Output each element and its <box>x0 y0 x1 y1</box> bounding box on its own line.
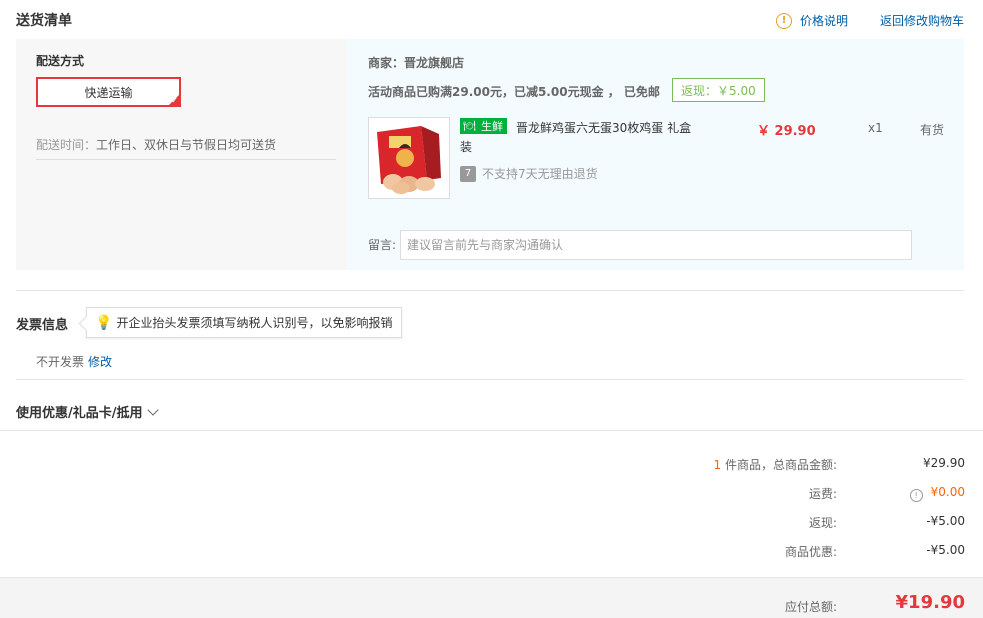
invoice-edit-link[interactable]: 修改 <box>88 353 112 370</box>
lightbulb-icon: 💡 <box>95 314 113 331</box>
invoice-tip-text: 开企业抬头发票须填写纳税人识别号，以免影响报销 <box>116 316 393 330</box>
divider <box>16 290 964 291</box>
message-input[interactable] <box>400 230 912 260</box>
no-return-label: 不支持7天无理由退货 <box>482 167 598 181</box>
info-icon[interactable]: ! <box>909 489 923 502</box>
divider <box>0 430 983 431</box>
price-help-link[interactable]: ! 价格说明 <box>776 12 848 29</box>
seven-day-return-icon: 7 <box>460 165 476 182</box>
shipping-panel <box>16 39 347 270</box>
product-qty: x1 <box>868 121 883 135</box>
product-image[interactable] <box>368 117 450 199</box>
invoice-status: 不开发票 修改 <box>36 353 112 370</box>
product-name-link[interactable]: 晋龙鲜鸡蛋六无蛋30枚鸡蛋 礼盒装 <box>460 119 695 157</box>
warning-icon: ! <box>776 12 792 29</box>
chevron-down-icon <box>146 403 159 416</box>
promo-text: 活动商品已购满29.00元，已减5.00元现金 ， 已免邮 <box>368 85 660 99</box>
divider <box>16 379 964 380</box>
payable-total: ¥19.90 <box>895 592 965 613</box>
shipping-fee-value: ¥0.00 <box>930 485 965 499</box>
egg-gift-box-icon <box>369 118 449 198</box>
merchant-label: 商家： <box>368 56 405 70</box>
invoice-status-label: 不开发票 <box>36 355 85 369</box>
delivery-time: 配送时间：工作日、双休日与节假日均可送货 <box>36 136 276 153</box>
merchant-info: 商家：晋龙旗舰店 <box>368 54 464 71</box>
item-count: 1 <box>713 458 722 472</box>
discount-label: 商品优惠: <box>784 545 837 559</box>
shipping-option-express[interactable]: 快递运输 ✓ <box>36 77 181 107</box>
shipping-fee-label: 运费: <box>808 487 837 501</box>
message-label: 留言: <box>368 238 397 252</box>
product-price: ￥ 29.90 <box>757 124 816 139</box>
payable-label: 应付总额: <box>784 600 837 614</box>
coupon-label: 使用优惠/礼品卡/抵用 <box>16 406 143 421</box>
delivery-time-value: 工作日、双休日与节假日均可送货 <box>96 138 277 152</box>
rebate-label: 返现: <box>808 516 837 530</box>
items-total-text: 件商品，总商品金额: <box>721 458 837 472</box>
coupon-toggle[interactable]: 使用优惠/礼品卡/抵用 <box>16 402 159 421</box>
price-help-label: 价格说明 <box>800 14 849 28</box>
stock-status: 有货 <box>920 123 945 137</box>
invoice-tooltip: 💡 开企业抬头发票须填写纳税人识别号，以免影响报销 <box>86 307 402 338</box>
shipping-fee: ! ¥0.00 <box>909 485 965 502</box>
page-title: 送货清单 <box>16 13 72 29</box>
shipping-option-label: 快递运输 <box>84 85 133 100</box>
merchant-name: 晋龙旗舰店 <box>404 56 465 70</box>
checkmark-icon: ✓ <box>171 96 178 105</box>
invoice-title: 发票信息 <box>16 318 69 333</box>
rebate-badge: 返现：￥5.00 <box>672 78 765 102</box>
delivery-time-label: 配送时间： <box>36 138 97 152</box>
shipping-method-label: 配送方式 <box>36 54 85 68</box>
back-to-cart-link[interactable]: 返回修改购物车 <box>880 12 964 29</box>
rebate-value: -¥5.00 <box>926 514 965 528</box>
items-total-value: ¥29.90 <box>923 456 965 470</box>
discount-value: -¥5.00 <box>926 543 965 557</box>
no-return-notice: 7 不支持7天无理由退货 <box>460 165 598 182</box>
divider <box>36 159 336 160</box>
items-total-label: 1 件商品，总商品金额: <box>714 456 838 473</box>
